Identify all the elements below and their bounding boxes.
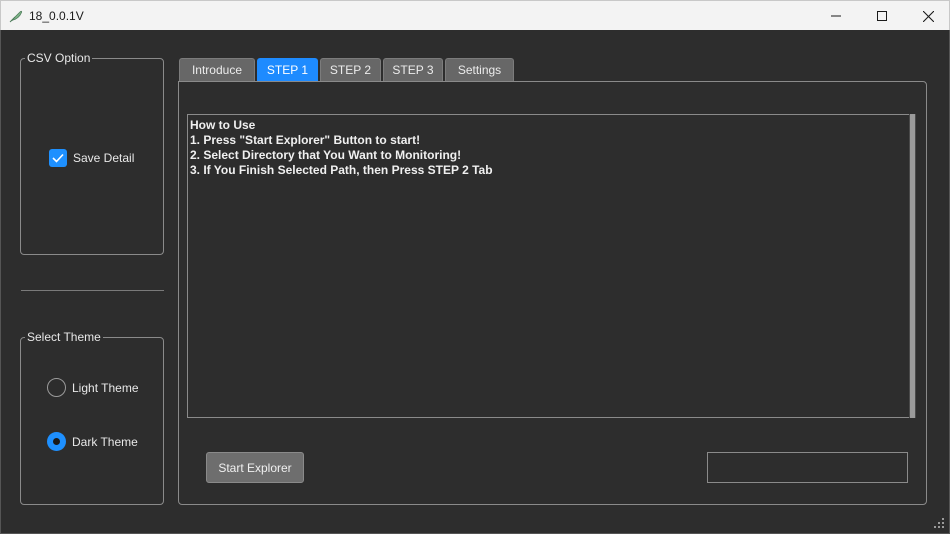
light-theme-label: Light Theme <box>72 381 139 395</box>
scrollbar-thumb[interactable] <box>910 114 915 418</box>
start-explorer-button[interactable]: Start Explorer <box>206 452 304 483</box>
light-theme-radio[interactable] <box>47 378 66 397</box>
instruction-line: 1. Press "Start Explorer" Button to star… <box>190 133 421 147</box>
tab-step-3[interactable]: STEP 3 <box>383 58 443 81</box>
maximize-button[interactable] <box>859 1 905 31</box>
csv-option-group: CSV Option Save Detail <box>20 51 164 255</box>
minimize-button[interactable] <box>813 1 859 31</box>
select-theme-group: Select Theme Light Theme Dark Theme <box>20 330 164 505</box>
dark-theme-radio[interactable] <box>47 432 66 451</box>
instruction-line: 2. Select Directory that You Want to Mon… <box>190 148 462 162</box>
feather-icon <box>9 10 23 23</box>
instruction-line: 3. If You Finish Selected Path, then Pre… <box>190 163 493 177</box>
step-1-panel: How to Use 1. Press "Start Explorer" But… <box>178 81 927 505</box>
csv-option-legend: CSV Option <box>27 51 91 65</box>
title-bar: 18_0.0.1V <box>0 0 950 30</box>
main-window: CSV Option Save Detail Select Theme Ligh… <box>0 30 950 534</box>
tab-settings[interactable]: Settings <box>445 58 514 81</box>
checkmark-icon <box>52 153 64 163</box>
dark-theme-label: Dark Theme <box>72 435 138 449</box>
close-icon <box>922 10 934 22</box>
tab-step-1[interactable]: STEP 1 <box>257 58 318 81</box>
select-theme-legend: Select Theme <box>27 330 101 344</box>
radio-selected-dot <box>53 438 60 445</box>
tab-introduce[interactable]: Introduce <box>179 58 255 81</box>
close-button[interactable] <box>905 1 950 31</box>
vertical-scrollbar[interactable] <box>909 114 916 418</box>
minimize-icon <box>831 15 841 17</box>
instructions-text-area[interactable]: How to Use 1. Press "Start Explorer" But… <box>187 114 910 418</box>
tab-step-2[interactable]: STEP 2 <box>320 58 381 81</box>
sidebar-divider <box>21 290 164 291</box>
save-detail-checkbox[interactable] <box>49 149 67 167</box>
resize-grip-icon[interactable] <box>933 517 945 529</box>
window-title: 18_0.0.1V <box>29 9 84 23</box>
instructions-heading: How to Use <box>190 118 256 132</box>
save-detail-label: Save Detail <box>73 151 135 165</box>
maximize-icon <box>877 11 887 21</box>
selected-path-field[interactable] <box>707 452 908 483</box>
